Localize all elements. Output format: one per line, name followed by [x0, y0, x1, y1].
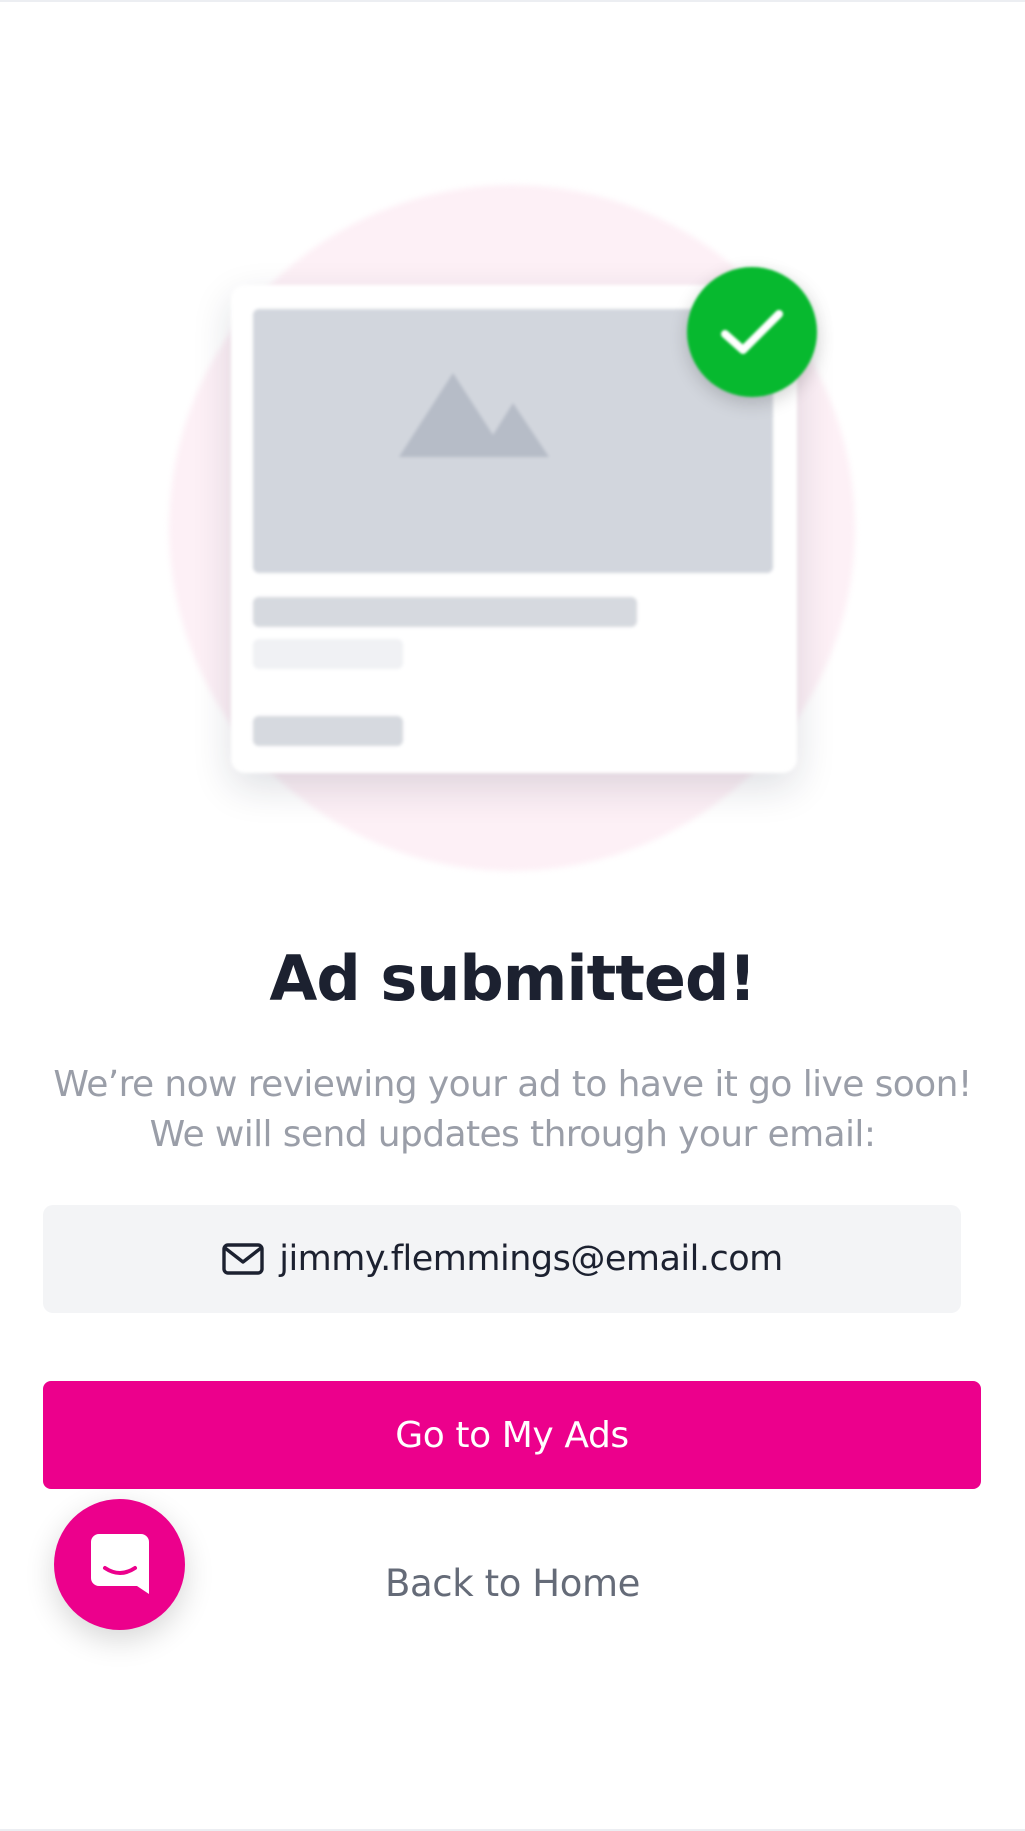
email-display: jimmy.flemmings@email.com	[43, 1205, 961, 1313]
ad-price-placeholder	[253, 716, 403, 746]
success-badge	[687, 267, 817, 397]
ad-subtitle-placeholder	[253, 639, 403, 669]
confirmation-message: We’re now reviewing your ad to have it g…	[53, 1064, 972, 1155]
checkmark-icon	[721, 310, 783, 354]
mail-icon	[222, 1243, 264, 1275]
chat-button[interactable]	[54, 1499, 185, 1630]
ad-submitted-screen: Ad submitted! We’re now reviewing your a…	[0, 0, 1025, 1831]
chat-bubble-icon	[90, 1533, 149, 1594]
page-title: Ad submitted!	[269, 942, 756, 1015]
ad-title-placeholder	[253, 597, 637, 627]
email-address: jimmy.flemmings@email.com	[279, 1239, 783, 1279]
go-to-my-ads-label: Go to My Ads	[395, 1414, 629, 1456]
success-illustration	[169, 185, 855, 871]
go-to-my-ads-button[interactable]: Go to My Ads	[43, 1381, 981, 1489]
